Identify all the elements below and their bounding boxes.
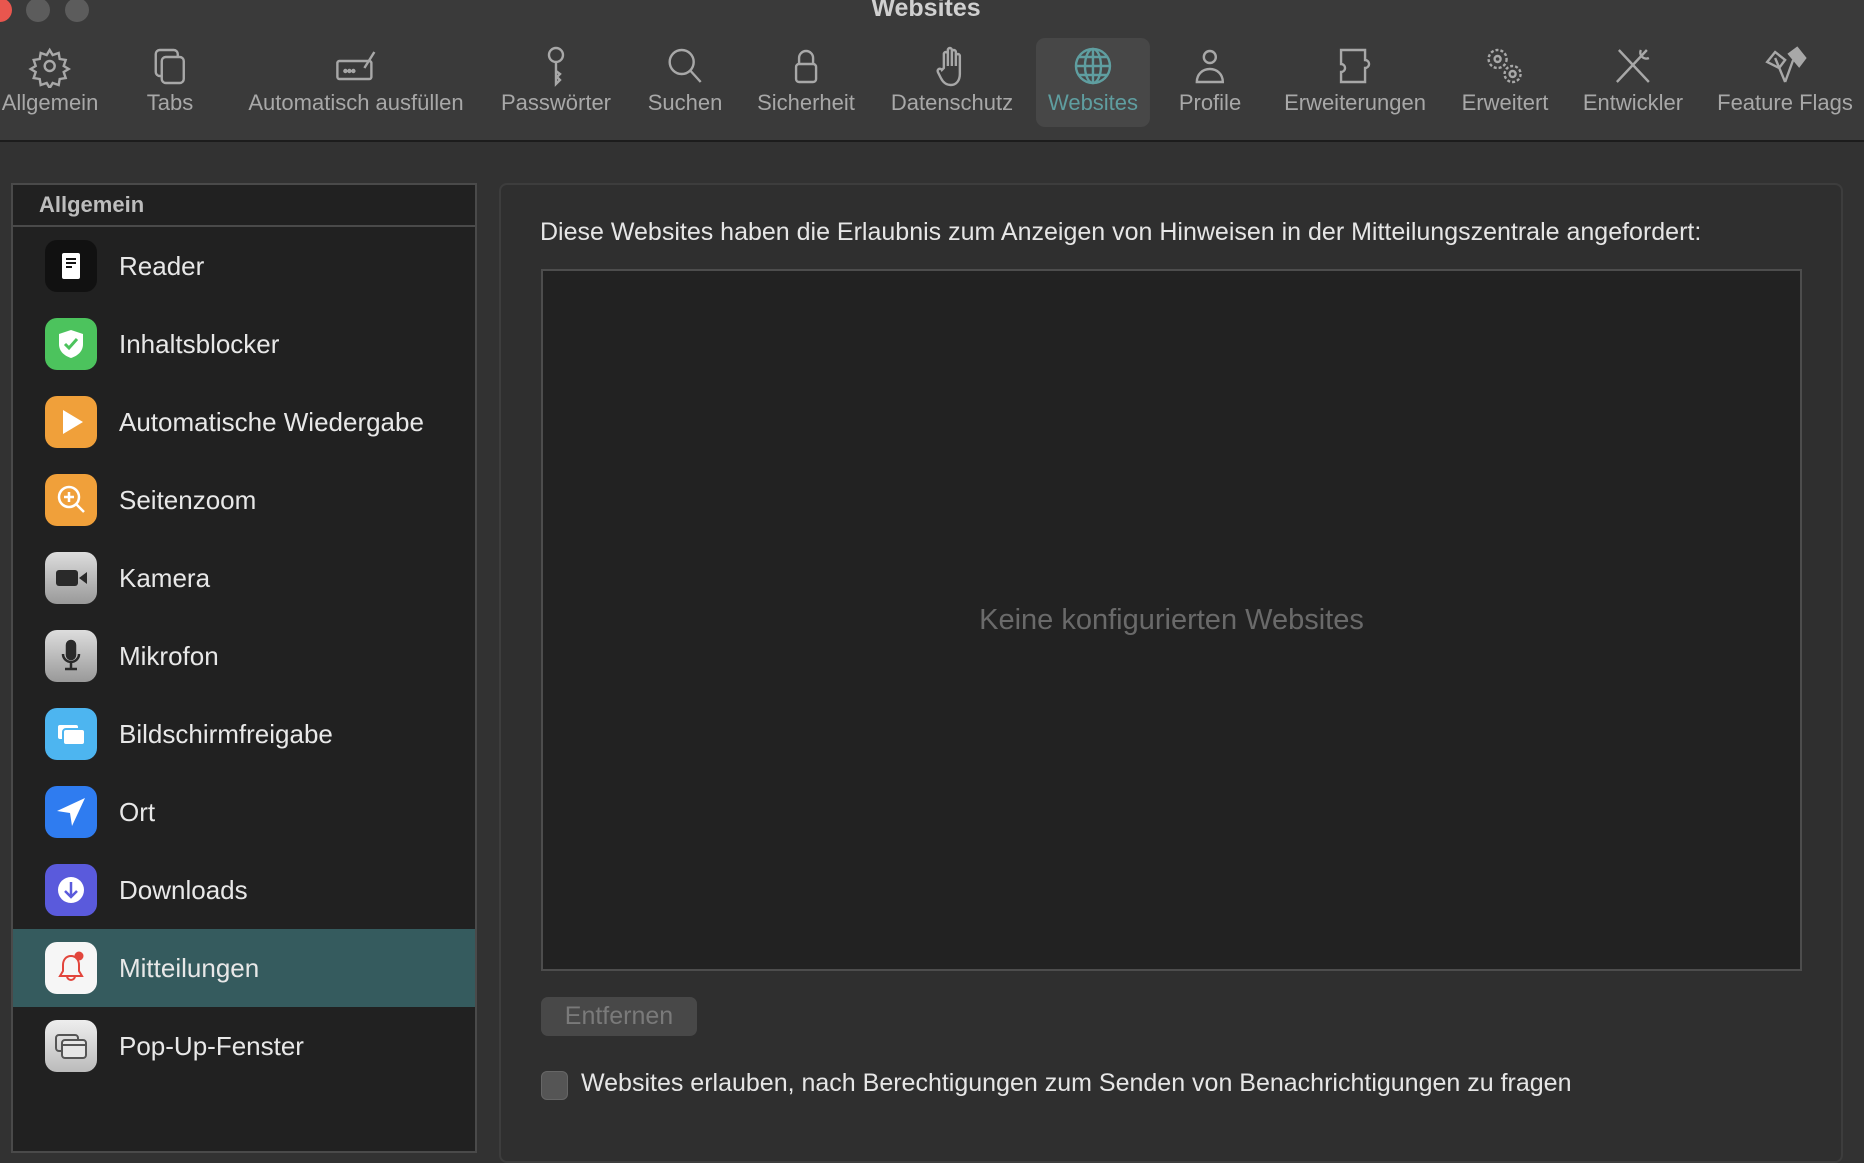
camera-icon (45, 552, 97, 604)
tab-label: Datenschutz (890, 90, 1014, 115)
zoom-in-icon (45, 474, 97, 526)
sidebar-item-label: Ort (119, 796, 156, 827)
tab-datenschutz[interactable]: Datenschutz (879, 38, 1025, 127)
tab-automatisch-ausfuellen[interactable]: Automatisch ausfüllen (236, 38, 475, 127)
tab-tabs[interactable]: Tabs (135, 38, 205, 127)
tabs-icon (154, 48, 186, 85)
sidebar-item-label: Automatische Wiedergabe (119, 406, 424, 437)
flags-icon (1765, 46, 1807, 83)
tab-label: Sicherheit (757, 90, 855, 115)
sidebar-header: Allgemein (13, 185, 475, 227)
sidebar-item-label: Reader (119, 250, 205, 281)
screen-share-icon (45, 708, 97, 760)
sidebar-item-pop-up-fenster[interactable]: Pop-Up-Fenster (13, 1007, 475, 1085)
sidebar-item-bildschirmfreigabe[interactable]: Bildschirmfreigabe (13, 695, 475, 773)
websites-list[interactable]: Keine konfigurierten Websites (541, 269, 1802, 971)
tab-entwickler[interactable]: Entwickler (1571, 38, 1695, 127)
sidebar-item-label: Mitteilungen (119, 952, 260, 983)
sidebar-item-ort[interactable]: Ort (13, 773, 475, 851)
tab-label: Erweiterungen (1284, 90, 1426, 115)
tools-icon (1616, 49, 1650, 83)
description-text: Diese Websites haben die Erlaubnis zum A… (540, 218, 1702, 246)
tab-label: Tabs (146, 90, 194, 115)
empty-list-text: Keine konfigurierten Websites (979, 603, 1364, 636)
tab-label: Profile (1178, 90, 1242, 115)
globe-icon (1074, 47, 1112, 85)
tab-erweitert[interactable]: Erweitert (1450, 38, 1561, 127)
hand-icon (936, 46, 962, 87)
tab-feature-flags[interactable]: Feature Flags (1705, 38, 1864, 127)
sidebar-item-kamera[interactable]: Kamera (13, 539, 475, 617)
tab-label: Feature Flags (1717, 90, 1853, 115)
tab-label: Erweitert (1461, 90, 1549, 115)
gears-icon (1487, 48, 1523, 84)
allow-notification-requests-checkbox[interactable] (541, 1071, 568, 1100)
tab-profile[interactable]: Profile (1167, 38, 1253, 127)
sidebar-item-reader[interactable]: Reader (13, 227, 475, 305)
location-arrow-icon (45, 786, 97, 838)
sidebar-item-label: Kamera (119, 562, 211, 593)
tab-sicherheit[interactable]: Sicherheit (745, 38, 867, 127)
sidebar-item-label: Bildschirmfreigabe (119, 718, 333, 749)
puzzle-icon (1339, 48, 1371, 84)
sidebar-item-label: Downloads (119, 874, 248, 905)
sidebar: Allgemein Reader Inhaltsblocker Automati… (11, 183, 477, 1153)
reader-icon (45, 240, 97, 292)
sidebar-item-downloads[interactable]: Downloads (13, 851, 475, 929)
tab-label: Entwickler (1582, 90, 1684, 115)
sidebar-item-mikrofon[interactable]: Mikrofon (13, 617, 475, 695)
tab-allgemein[interactable]: Allgemein (0, 38, 110, 127)
popup-window-icon (45, 1020, 97, 1072)
tab-websites[interactable]: Websites (1035, 38, 1151, 127)
lock-icon (794, 49, 818, 84)
sidebar-item-label: Inhaltsblocker (119, 328, 280, 359)
tab-label: Automatisch ausfüllen (248, 90, 464, 115)
tab-erweiterungen[interactable]: Erweiterungen (1272, 38, 1438, 127)
tab-label: Allgemein (1, 90, 99, 115)
bell-icon (45, 942, 97, 994)
sidebar-item-label: Mikrofon (119, 640, 219, 671)
sidebar-item-inhaltsblocker[interactable]: Inhaltsblocker (13, 305, 475, 383)
shield-check-icon (45, 318, 97, 370)
key-icon (547, 46, 565, 87)
titlebar: Websites Allgemein Tabs Automatisch ausf… (0, 0, 1864, 142)
tab-label: Websites (1047, 90, 1139, 115)
remove-button[interactable]: Entfernen (541, 997, 697, 1036)
autofill-icon (335, 51, 376, 81)
play-icon (45, 396, 97, 448)
tab-suchen[interactable]: Suchen (636, 38, 735, 127)
sidebar-item-automatische-wiedergabe[interactable]: Automatische Wiedergabe (13, 383, 475, 461)
checkbox-label[interactable]: Websites erlauben, nach Berechtigungen z… (581, 1069, 1571, 1098)
gear-icon (28, 47, 72, 88)
microphone-icon (45, 630, 97, 682)
window-title: Websites (871, 0, 981, 22)
tab-passwoerter[interactable]: Passwörter (489, 38, 623, 127)
sidebar-item-label: Seitenzoom (119, 484, 257, 515)
person-icon (1195, 49, 1225, 84)
search-icon (668, 48, 702, 83)
download-icon (45, 864, 97, 916)
sidebar-item-seitenzoom[interactable]: Seitenzoom (13, 461, 475, 539)
sidebar-item-mitteilungen[interactable]: Mitteilungen (13, 929, 475, 1007)
tab-label: Suchen (647, 90, 723, 115)
sidebar-item-label: Pop-Up-Fenster (119, 1030, 304, 1061)
tab-label: Passwörter (500, 90, 612, 115)
